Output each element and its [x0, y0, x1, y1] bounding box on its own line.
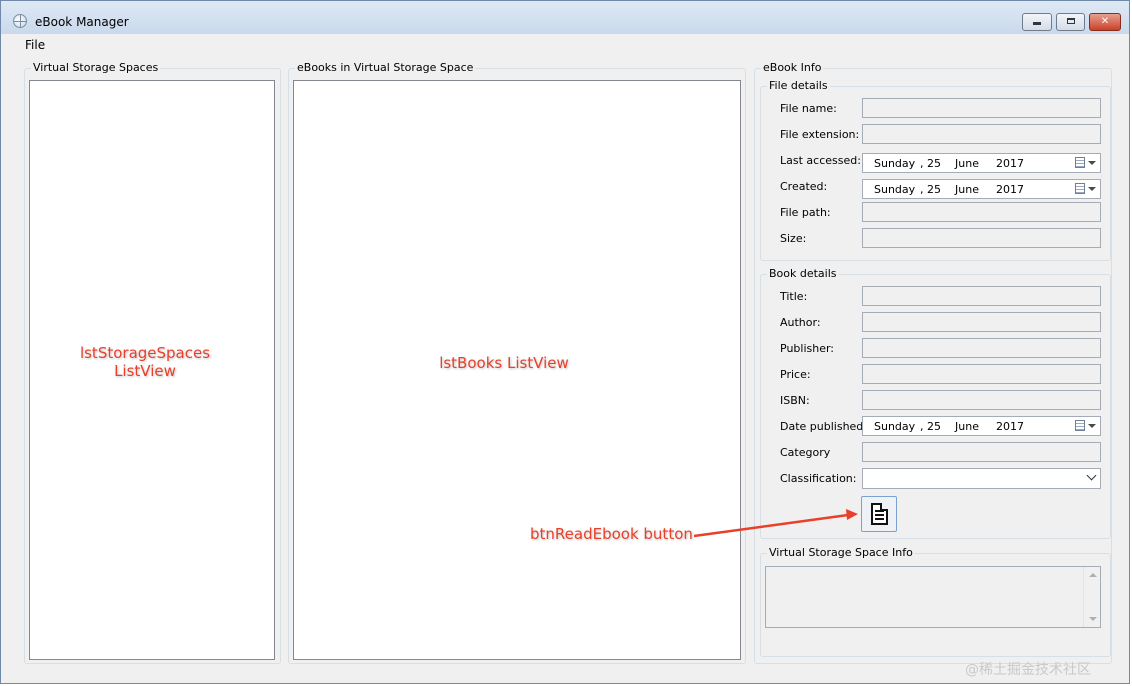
watermark: @稀土掘金技术社区 [965, 662, 1091, 678]
arrow-head [846, 509, 858, 520]
arrow-shaft [693, 513, 849, 538]
annotation-arrow [693, 509, 858, 538]
